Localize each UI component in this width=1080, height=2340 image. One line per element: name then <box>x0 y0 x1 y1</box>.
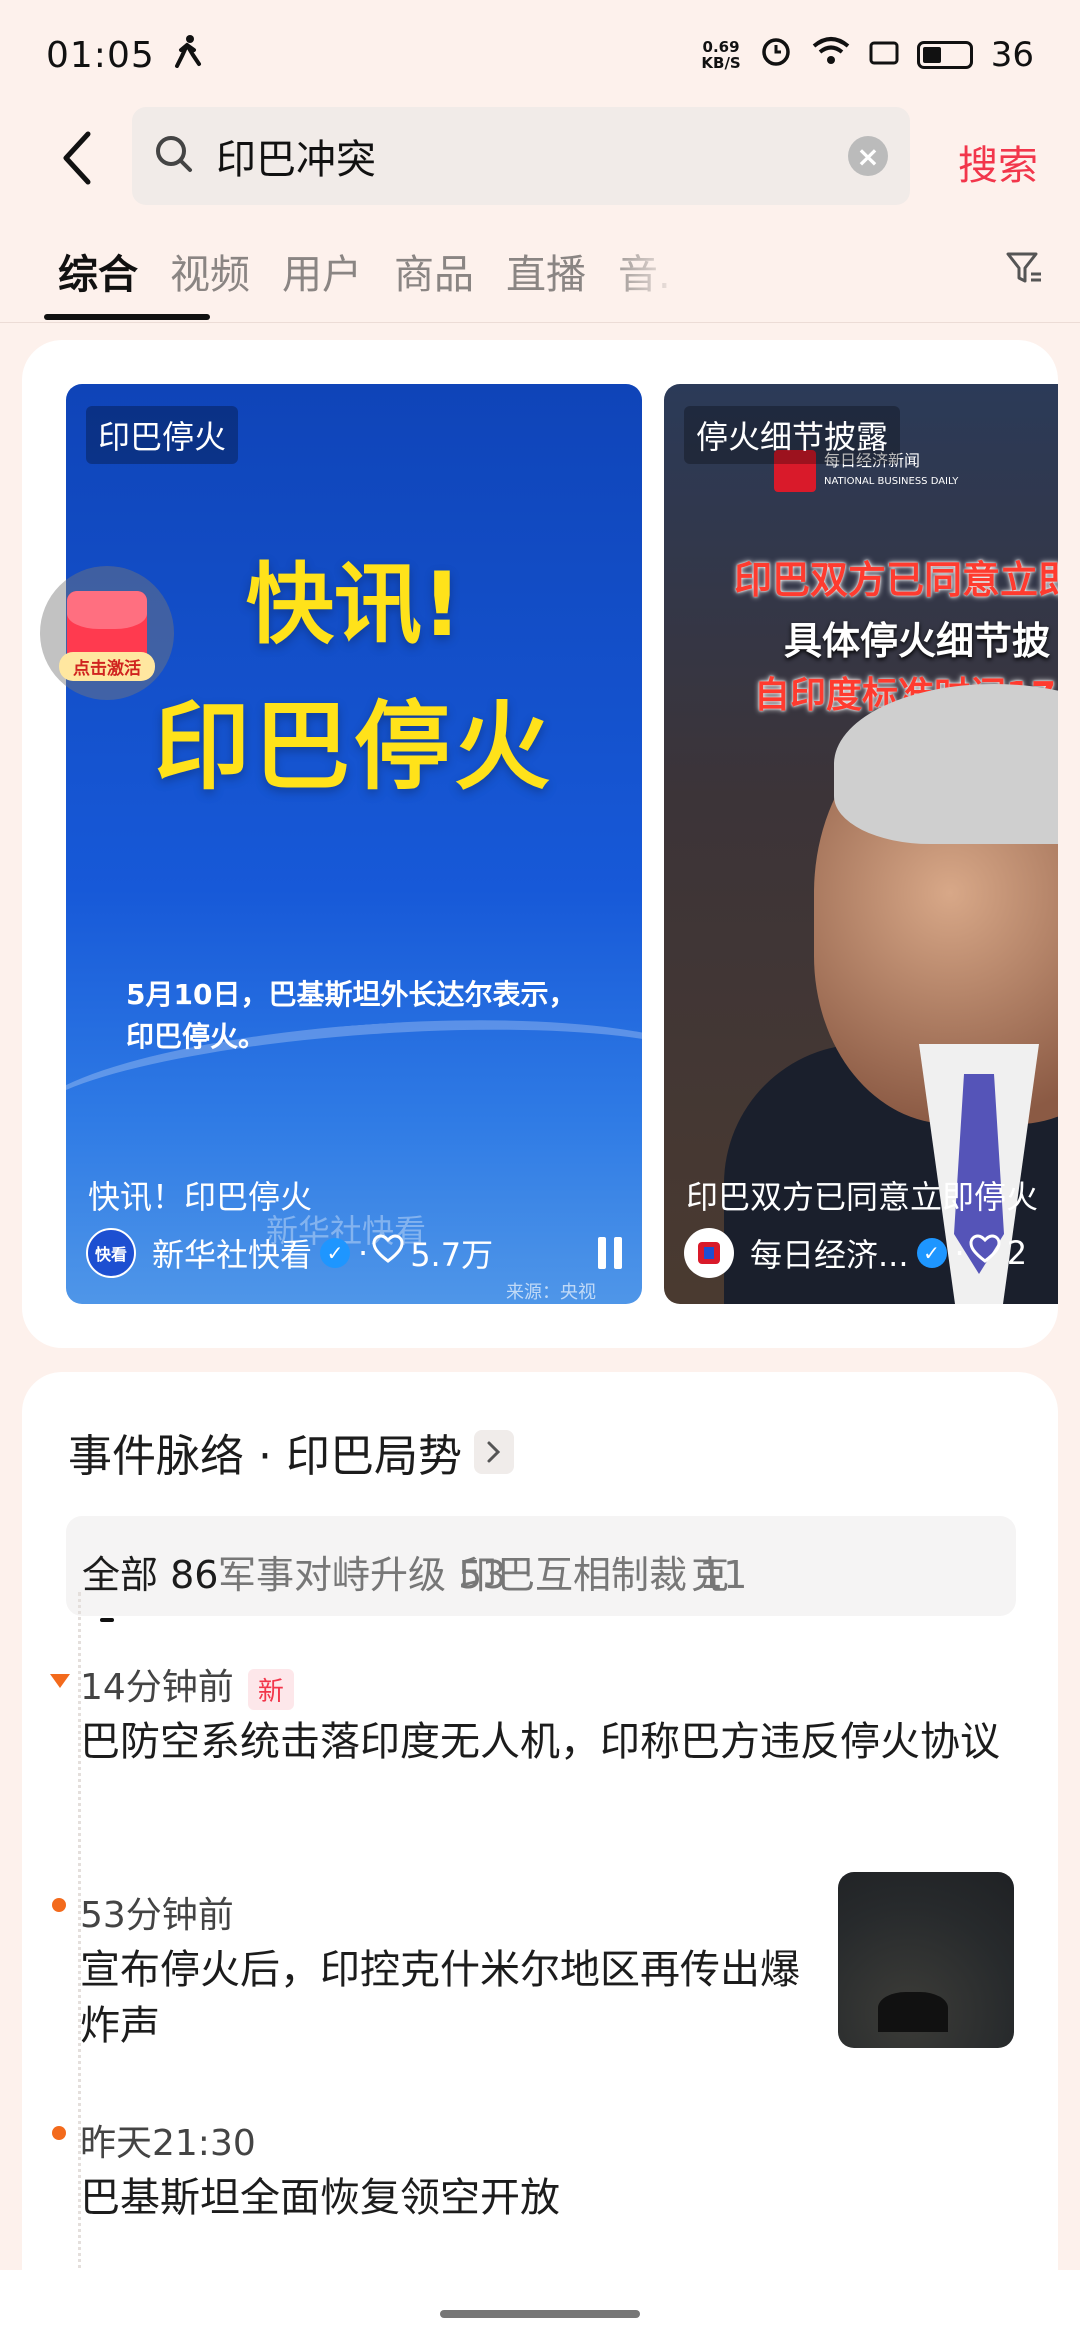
heart-icon[interactable] <box>372 1234 404 1272</box>
tab-all[interactable]: 综合 <box>58 242 138 300</box>
verified-icon: ✓ <box>916 1238 947 1268</box>
bottom-area <box>0 2270 1080 2340</box>
timeline-dot <box>52 1898 66 1912</box>
video-carousel: 印巴停火 快讯! 印巴停火 5月10日，巴基斯坦外长达尔表示，印巴停火。 新华社… <box>22 340 1058 1348</box>
timeline-marker-icon <box>50 1674 70 1688</box>
video-title: 印巴双方已同意立即停火 <box>686 1178 1039 1216</box>
thumbnail-tree-shape <box>878 1992 948 2032</box>
timeline-time-text: 14分钟前 <box>80 1667 234 1708</box>
alarm-icon <box>759 34 793 77</box>
video-likes: 5.7万 <box>410 1236 494 1274</box>
timeline-dot <box>52 2126 66 2140</box>
tab-fade <box>600 228 710 318</box>
back-arrow-icon <box>63 131 91 184</box>
status-bar: 01:05 0.69 KB/S 36 <box>0 0 1080 110</box>
clear-icon[interactable]: × <box>848 136 888 176</box>
timeline-time: 14分钟前新 <box>80 1658 294 1710</box>
avatar[interactable] <box>684 1228 734 1278</box>
timeline-time: 53分钟前 <box>80 1895 234 1936</box>
tab-products[interactable]: 商品 <box>394 242 474 300</box>
brand-avatar-icon <box>698 1242 720 1264</box>
video-source: 来源：央视 <box>506 1282 596 1303</box>
tab-users[interactable]: 用户 <box>282 242 362 300</box>
walking-icon <box>173 34 203 77</box>
chip-all[interactable]: 全部 86 <box>82 1544 218 1599</box>
video-headline-2: 印巴停火 <box>154 691 554 803</box>
timeline-thumbnail[interactable] <box>838 1872 1014 2048</box>
video-author[interactable]: 每日经济... <box>750 1230 909 1276</box>
timeline-title[interactable]: 事件脉络 · 印巴局势 <box>68 1420 514 1484</box>
search-header: × 搜索 <box>0 105 1080 210</box>
timeline-title-text: 事件脉络 · 印巴局势 <box>68 1431 462 1482</box>
chevron-right-icon[interactable] <box>473 1430 514 1474</box>
chip-more[interactable]: 克 <box>691 1544 729 1599</box>
video-likes: 2 <box>1006 1234 1028 1272</box>
video-title: 快讯！印巴停火 <box>88 1178 313 1216</box>
chip-indicator <box>100 1618 114 1622</box>
dot-separator: · <box>954 1234 965 1272</box>
battery-icon <box>916 41 973 69</box>
back-button[interactable] <box>38 118 118 198</box>
video-meta: 每日经济... ✓ · 2 <box>684 1228 1058 1278</box>
verified-icon: ✓ <box>320 1238 351 1268</box>
search-button[interactable]: 搜索 <box>958 133 1038 191</box>
red-envelope-icon: 点击激活 <box>59 591 155 681</box>
avatar[interactable]: 快看 <box>86 1228 136 1278</box>
screen-icon <box>869 35 899 75</box>
video-card-1[interactable]: 印巴停火 快讯! 印巴停火 5月10日，巴基斯坦外长达尔表示，印巴停火。 新华社… <box>66 384 642 1304</box>
search-icon <box>154 134 194 178</box>
new-badge: 新 <box>247 1668 294 1710</box>
timeline-filter-chips: 全部 86 军事对峙升级 53 印巴互相制裁 11 克 <box>66 1516 1016 1616</box>
net-speed-unit: KB/S <box>701 54 741 72</box>
search-box[interactable]: × <box>132 107 910 205</box>
status-time: 01:05 <box>46 34 155 76</box>
timeline-time: 昨天21:30 <box>80 2123 256 2164</box>
heart-icon[interactable] <box>969 1234 1001 1272</box>
filter-icon[interactable] <box>1004 248 1044 292</box>
timeline-text: 巴基斯坦全面恢复领空开放 <box>80 2175 560 2221</box>
event-timeline: 事件脉络 · 印巴局势 全部 86 军事对峙升级 53 印巴互相制裁 11 克 … <box>22 1372 1058 2340</box>
battery-level: 36 <box>990 35 1034 75</box>
red-envelope-badge[interactable]: 点击激活 <box>40 566 174 700</box>
timeline-text: 宣布停火后，印控克什米尔地区再传出爆炸声 <box>80 1947 800 2049</box>
tab-underline <box>44 314 210 320</box>
search-input[interactable] <box>216 133 848 179</box>
status-left: 01:05 <box>46 34 203 77</box>
badge-label: 点击激活 <box>59 652 155 681</box>
status-right: 0.69 KB/S 36 <box>701 34 1034 77</box>
avatar-text: 快看 <box>94 1245 127 1264</box>
timeline-text: 巴防空系统击落印度无人机，印称巴方违反停火协议 <box>80 1719 1000 1765</box>
video-tag: 停火细节披露 <box>684 406 901 464</box>
tab-live[interactable]: 直播 <box>506 242 586 300</box>
video-author[interactable]: 新华社快看 <box>152 1230 312 1276</box>
home-indicator[interactable] <box>440 2310 640 2318</box>
tab-video[interactable]: 视频 <box>170 242 250 300</box>
wifi-icon <box>811 35 851 76</box>
result-tabs: 综合 视频 用户 商品 直播 音. <box>0 228 1080 323</box>
video-meta: 快看 新华社快看 ✓ · 5.7万 <box>86 1228 622 1278</box>
video-card-2[interactable]: 每日经济新闻 NATIONAL BUSINESS DAILY 印巴双方已同意立即… <box>664 384 1058 1304</box>
dot-separator: · <box>358 1234 369 1272</box>
net-speed: 0.69 KB/S <box>701 39 740 71</box>
video-overlay-text-2: 具体停火细节披 <box>784 619 1051 663</box>
video-tag: 印巴停火 <box>86 406 239 464</box>
brand-name-en: NATIONAL BUSINESS DAILY <box>824 475 959 487</box>
pause-icon[interactable] <box>598 1237 622 1269</box>
video-overlay-text-1: 印巴双方已同意立即 <box>734 558 1058 602</box>
